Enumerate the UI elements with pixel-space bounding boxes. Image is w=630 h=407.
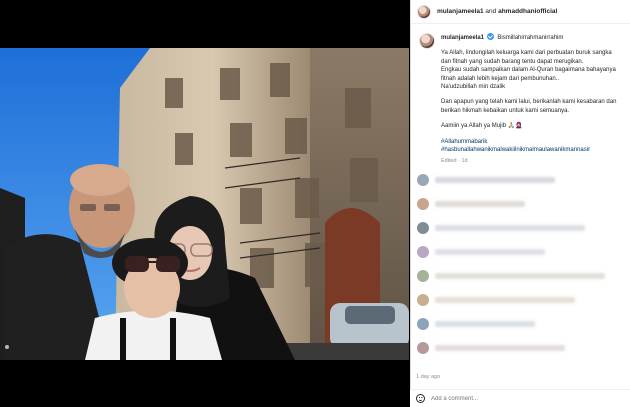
post-photo[interactable] bbox=[0, 48, 409, 360]
verified-badge-icon bbox=[486, 33, 494, 40]
header-username-2[interactable]: ahmaddhaniofficial bbox=[498, 8, 557, 15]
comment-avatar[interactable] bbox=[417, 318, 429, 330]
post-caption: mulanjameela1 Bismillahirrahmanirrahim Y… bbox=[411, 25, 630, 166]
carousel-indicator-dot bbox=[5, 345, 9, 349]
hashtag-link[interactable]: #hasbunallahwanikmalwakiilnikmalmaulawan… bbox=[441, 146, 621, 154]
post-timestamp: 1 day ago bbox=[416, 374, 441, 380]
comment-text-blurred bbox=[435, 273, 605, 279]
comment-row[interactable] bbox=[417, 197, 525, 211]
comment-text-blurred bbox=[435, 201, 525, 207]
header-username-1[interactable]: mulanjameela1 bbox=[437, 8, 484, 15]
smiley-face-icon[interactable] bbox=[416, 394, 425, 403]
comment-text-blurred bbox=[435, 177, 555, 183]
header-usernames: mulanjameela1 and ahmaddhaniofficial bbox=[437, 8, 557, 15]
comment-avatar[interactable] bbox=[417, 222, 429, 234]
comment-text-blurred bbox=[435, 297, 575, 303]
caption-paragraph-1: Ya Allah, lindungilah keluarga kami dari… bbox=[441, 50, 612, 65]
caption-avatar[interactable] bbox=[419, 33, 435, 49]
comment-text-blurred bbox=[435, 225, 585, 231]
comment-text-blurred bbox=[435, 345, 565, 351]
post-header: mulanjameela1 and ahmaddhaniofficial bbox=[411, 0, 630, 24]
family-selfie-image bbox=[0, 48, 409, 360]
comment-text-blurred bbox=[435, 321, 535, 327]
comment-row[interactable] bbox=[417, 173, 555, 187]
instagram-post-modal: mulanjameela1 and ahmaddhaniofficial mul… bbox=[0, 0, 630, 407]
comment-row[interactable] bbox=[417, 317, 535, 331]
caption-paragraph-1b: Engkau sudah sampaikan dalam Al-Quran ba… bbox=[441, 67, 616, 82]
caption-hashtags: #Allahummabarik #hasbunallahwanikmalwaki… bbox=[441, 138, 621, 155]
comments-scroll-area[interactable]: mulanjameela1 Bismillahirrahmanirrahim Y… bbox=[411, 25, 630, 365]
comment-avatar[interactable] bbox=[417, 342, 429, 354]
comment-avatar[interactable] bbox=[417, 270, 429, 282]
comment-avatar[interactable] bbox=[417, 294, 429, 306]
add-comment-input[interactable] bbox=[431, 395, 611, 402]
hashtag-link[interactable]: #Allahummabarik bbox=[441, 138, 621, 146]
comment-row[interactable] bbox=[417, 293, 575, 307]
comment-row[interactable] bbox=[417, 221, 585, 235]
header-avatar[interactable] bbox=[417, 4, 431, 19]
caption-paragraph-2: Dan apapun yang telah kami lalui, berika… bbox=[441, 99, 617, 114]
comment-row[interactable] bbox=[417, 341, 565, 355]
caption-edited-label: Edited · 1d bbox=[441, 158, 468, 165]
comment-avatar[interactable] bbox=[417, 198, 429, 210]
comment-row[interactable] bbox=[417, 245, 545, 259]
caption-username[interactable]: mulanjameela1 bbox=[441, 35, 484, 41]
caption-first-line: Bismillahirrahmanirrahim bbox=[497, 35, 564, 41]
comment-text-blurred bbox=[435, 249, 545, 255]
post-sidebar: mulanjameela1 and ahmaddhaniofficial mul… bbox=[410, 0, 630, 407]
caption-body: mulanjameela1 Bismillahirrahmanirrahim Y… bbox=[441, 33, 621, 166]
caption-paragraph-1c: Na'udzubillah min dzalik bbox=[441, 84, 506, 91]
comment-avatar[interactable] bbox=[417, 246, 429, 258]
comment-row[interactable] bbox=[417, 269, 605, 283]
add-comment-bar bbox=[410, 389, 630, 407]
header-conjunction: and bbox=[485, 8, 497, 15]
comment-avatar[interactable] bbox=[417, 174, 429, 186]
caption-paragraph-3: Aamiin ya Allah ya Mujib 🙏🏼🧕 bbox=[441, 123, 523, 130]
